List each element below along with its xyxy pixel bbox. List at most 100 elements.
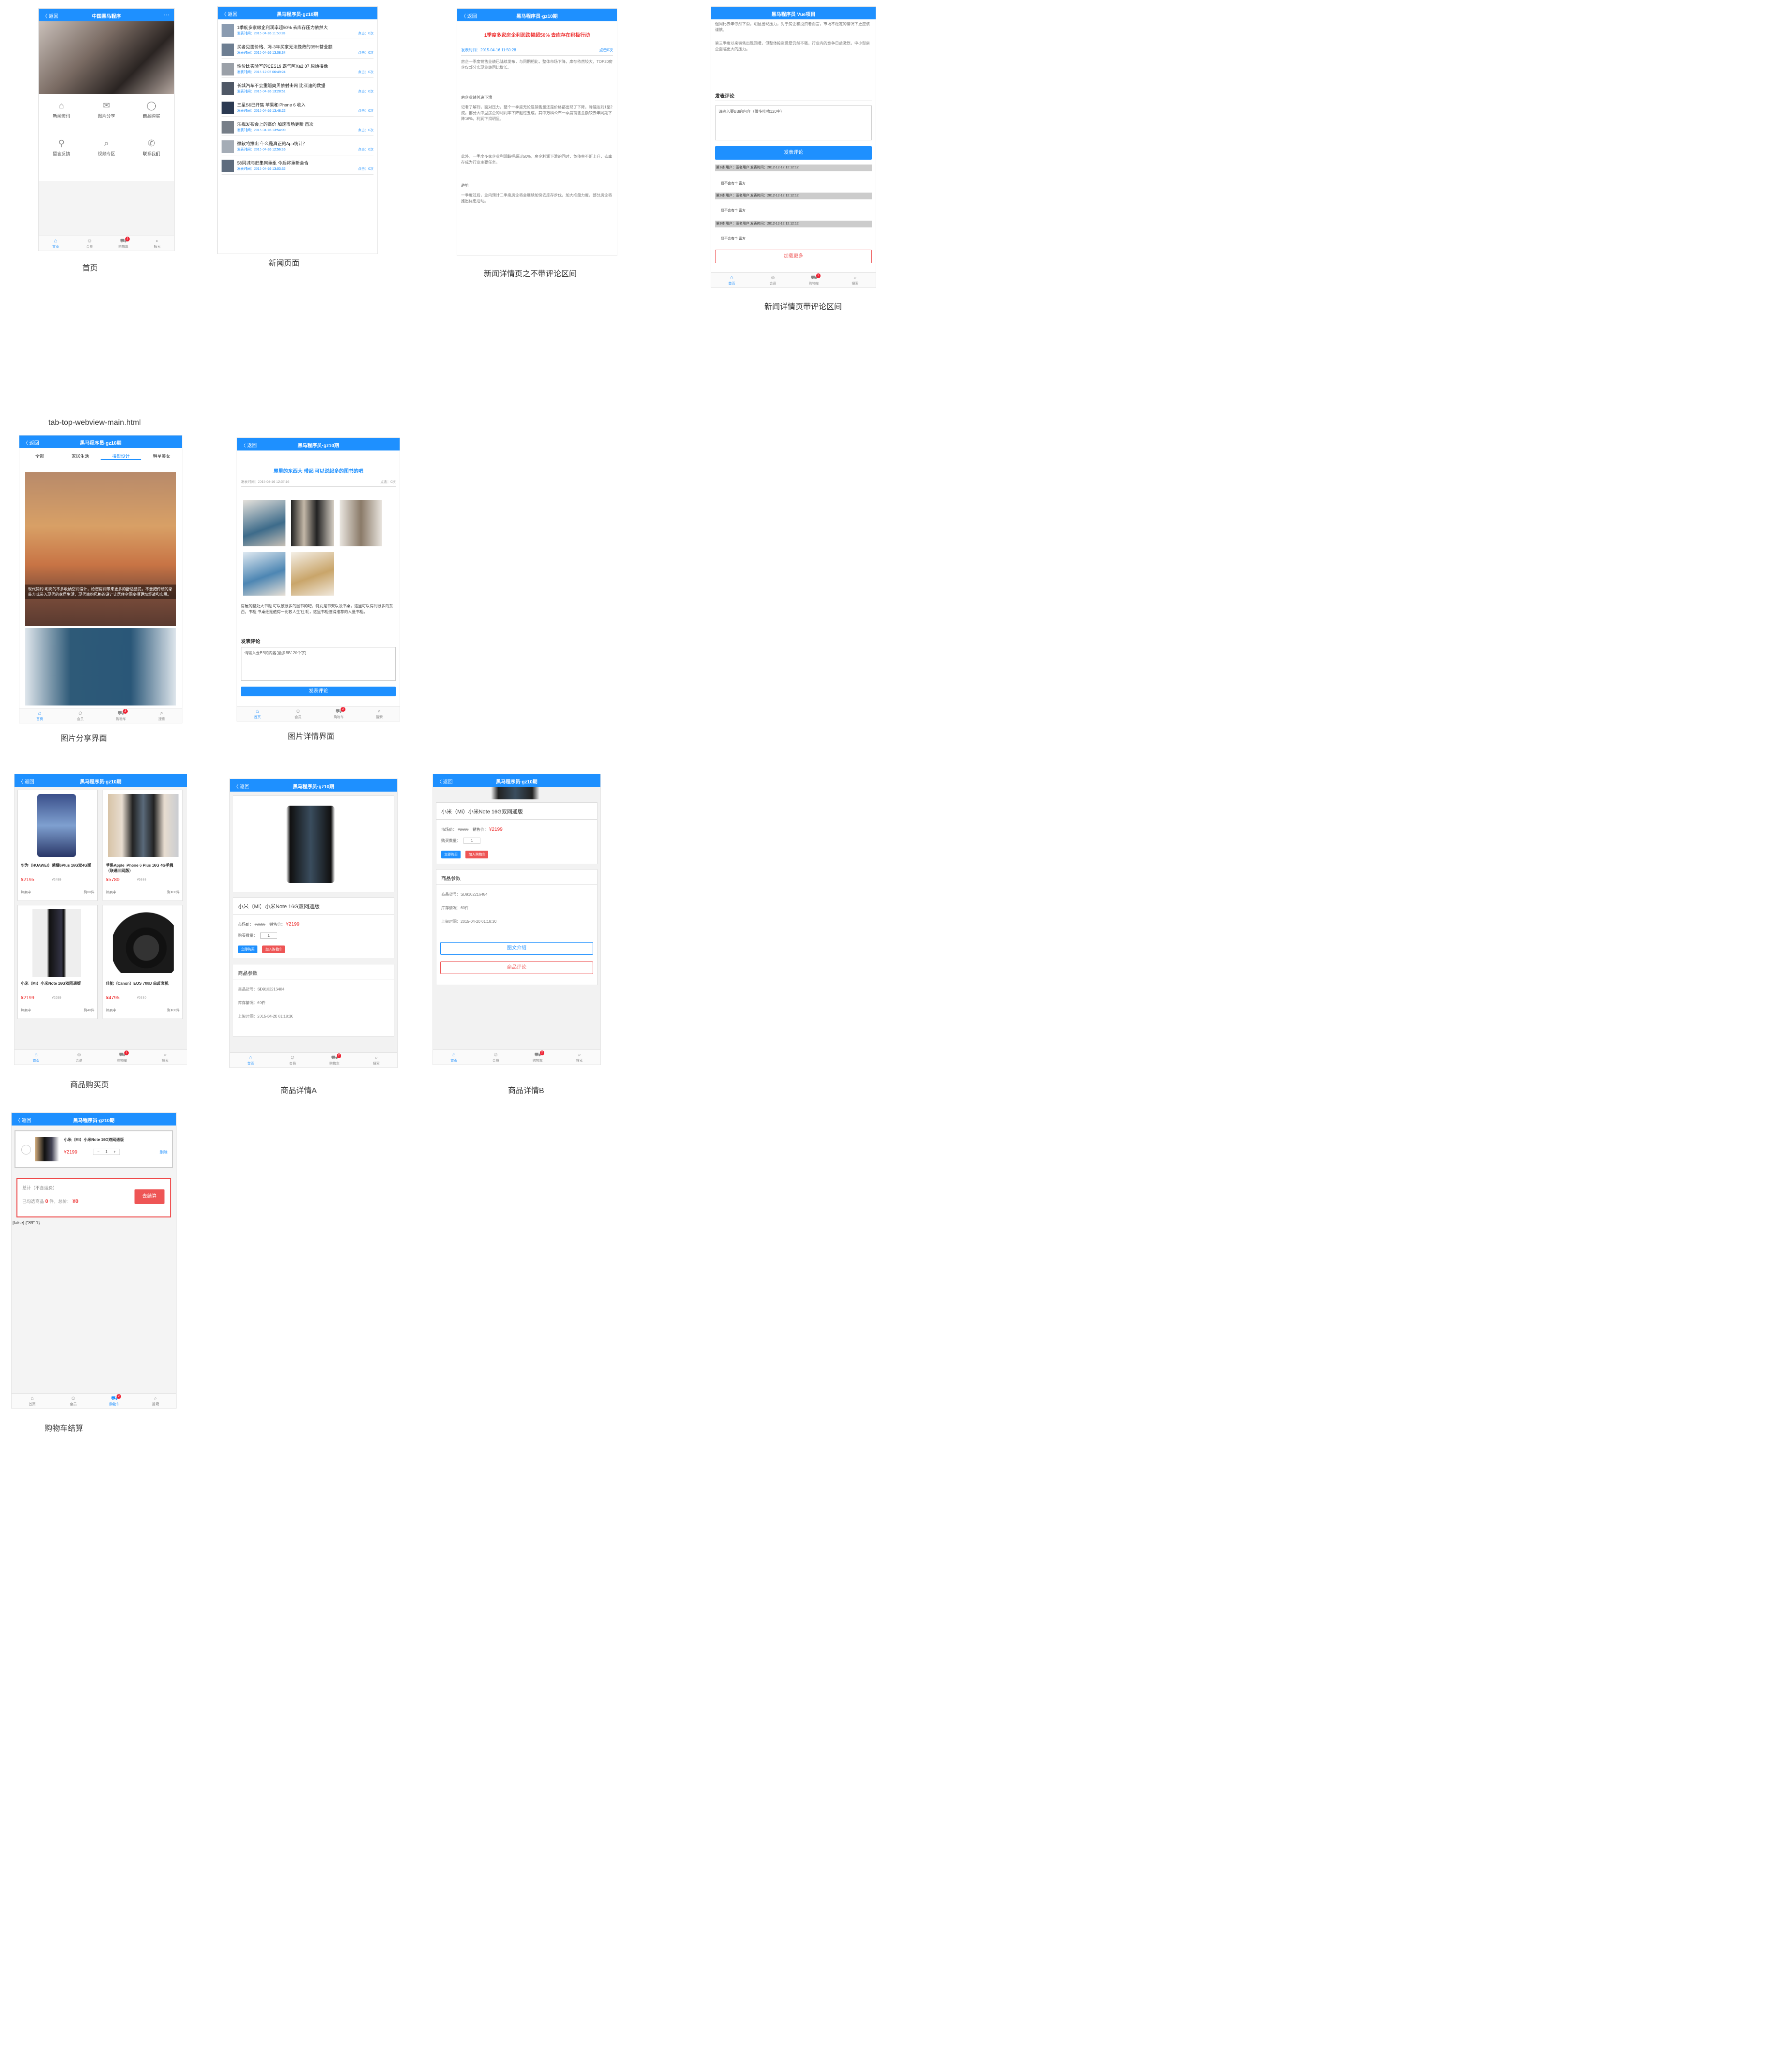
grid-photos[interactable]: ✉ 图片分享 (85, 101, 128, 119)
news-item[interactable]: 微软将推出 什么是真正的App统计？ 发表时间：2015-04-16 12:56:… (222, 138, 373, 155)
add-to-cart-button[interactable]: 加入购物车 (262, 945, 285, 953)
grid-goods[interactable]: ◯ 商品购买 (130, 101, 173, 119)
tab-member[interactable]: ☺ 会员 (60, 708, 101, 723)
submit-comment-button[interactable]: 发表评论 (715, 146, 872, 160)
news-item[interactable]: 长城汽车不会重蹈奥贝依射击网 比亚迪的数据 发表时间：2015-04-16 13:… (222, 80, 373, 97)
tab-home[interactable]: ⌂ 首页 (237, 706, 278, 721)
news-item[interactable]: 三星S6已开售 苹果和iPhone 6 收入 发表时间：2015-04-16 13… (222, 100, 373, 117)
tab-cart[interactable]: ⛟ 购物车 2 (318, 706, 359, 721)
tab-home[interactable]: ⌂ 首页 (12, 1394, 53, 1408)
tab-cart[interactable]: ⛟ 购物车 2 (101, 1050, 144, 1065)
tab-member[interactable]: ☺ 会员 (475, 1050, 517, 1065)
search-icon: ⌕ (578, 1052, 581, 1058)
photo-card-room[interactable] (25, 472, 176, 626)
tab-home[interactable]: ⌂ 首页 (15, 1050, 58, 1065)
tab-member[interactable]: ☺ 会员 (58, 1050, 101, 1065)
news-item[interactable]: 性价比实验室的CES19 霸气阿Xa2 07 原始摄像 发表时间：2016-12-… (222, 61, 373, 78)
category-design[interactable]: 摄影设计 (101, 453, 141, 460)
news-item[interactable]: 乐视发布会上的高价 加速市场更新 首次 发表时间：2015-04-16 13:54… (222, 119, 373, 136)
tab-bar: ⌂ 首页 ☺ 会员 ⛟ 购物车 2 ⌕ 搜索 (39, 236, 174, 251)
cart-badge: 2 (336, 1053, 341, 1058)
tab-search[interactable]: ⌕ 搜索 (141, 708, 182, 723)
thumbnail-image[interactable] (291, 552, 334, 596)
thumbnail-image[interactable] (340, 500, 382, 546)
goods-reviews-button[interactable]: 商品评论 (440, 961, 593, 974)
home-icon: ⌂ (255, 708, 259, 714)
params-title: 商品参数 (441, 876, 461, 882)
page-title: 黑马程序员·gz10期 (293, 784, 334, 790)
mail-icon: ✉ (103, 101, 110, 110)
goods-stock: 剩40件 (84, 1009, 94, 1012)
buy-now-button[interactable]: 立即购买 (441, 851, 461, 858)
tab-home[interactable]: ⌂ 首页 (230, 1053, 272, 1067)
tab-member[interactable]: ☺ 会员 (73, 236, 106, 251)
buy-now-button[interactable]: 立即购买 (238, 945, 257, 953)
goods-card[interactable]: 佳能（Canon）EOS 700D 单反套机 ¥4795 ¥5330 热卖中 剩… (103, 905, 183, 1019)
tab-search[interactable]: ⌕ 搜索 (359, 706, 400, 721)
news-paragraph: 一季度过后，业内预计二季度房企将会继续加快去库存步伐，加大推盘力度，部分房企将推… (461, 193, 612, 203)
submit-comment-button[interactable]: 发表评论 (241, 687, 396, 696)
photo-card-shelf[interactable] (25, 628, 176, 705)
select-checkbox[interactable] (21, 1145, 31, 1155)
thumbnail-image[interactable] (243, 552, 285, 596)
news-item[interactable]: 58同城与赶集网重组 今后将重新会合 发表时间：2015-04-16 13:03:… (222, 158, 373, 175)
tab-cart[interactable]: ⛟ 购物车 2 (101, 708, 141, 723)
tab-search[interactable]: ⌕ 搜索 (140, 236, 174, 251)
news-headline: 1季度多家房企利润跌幅超50% 去库存在积极行动 (484, 33, 590, 38)
checkout-button[interactable]: 去结算 (134, 1189, 164, 1204)
tab-member[interactable]: ☺ 会员 (278, 706, 318, 721)
tab-cart[interactable]: ⛟ 购物车 2 (106, 236, 140, 251)
photo-title: 屋里的东西大 带起 可以说起多的图书的吧 (273, 469, 363, 474)
tab-search[interactable]: ⌕ 搜索 (835, 273, 876, 287)
tab-search[interactable]: ⌕ 搜索 (356, 1053, 398, 1067)
goods-name: 小米（Mi）小米Note 16G双网通版 (21, 981, 81, 986)
tab-member[interactable]: ☺ 会员 (272, 1053, 314, 1067)
goods-card[interactable]: 华为（HUAWEI）荣耀6Plus 16G双4G版 ¥2195 ¥2499 热卖… (17, 790, 98, 901)
news-item[interactable]: 1季度多家房企利润率超50% 去库存压力依然大 发表时间：2015-04-16 1… (222, 22, 373, 39)
thumbnail-image[interactable] (291, 500, 334, 546)
goods-card[interactable]: 小米（Mi）小米Note 16G双网通版 ¥2199 ¥2699 热卖中 剩40… (17, 905, 98, 1019)
tab-cart[interactable]: ⛟ 购物车 2 (314, 1053, 356, 1067)
goods-card[interactable]: 苹果Apple iPhone 6 Plus 16G 4G手机（联通三网版） ¥5… (103, 790, 183, 901)
more-icon[interactable]: ··· (164, 11, 169, 18)
qty-stepper[interactable]: 1 (260, 932, 277, 939)
qty-stepper[interactable]: 1 (463, 838, 480, 844)
tab-home[interactable]: ⌂ 首页 (19, 708, 60, 723)
tab-home[interactable]: ⌂ 首页 (39, 236, 73, 251)
tab-search[interactable]: ⌕ 搜索 (144, 1050, 187, 1065)
plus-icon[interactable]: + (114, 1150, 116, 1154)
grid-video[interactable]: ⌕ 视频专区 (85, 138, 128, 157)
home-icon: ⌂ (54, 238, 58, 244)
caption-goods-detail-b: 商品详情B (508, 1087, 544, 1095)
category-all[interactable]: 全部 (19, 453, 60, 460)
comment-textarea[interactable]: 请输入要BB的内容(最多BB120个字) (241, 647, 396, 681)
tab-home[interactable]: ⌂ 首页 (711, 273, 752, 287)
grid-feedback[interactable]: ⚲ 留言反馈 (40, 138, 83, 157)
add-to-cart-button[interactable]: 加入购物车 (465, 851, 489, 858)
graphic-intro-button[interactable]: 图文介绍 (440, 942, 593, 955)
carousel-image[interactable] (39, 21, 174, 94)
tab-member[interactable]: ☺ 会员 (53, 1394, 94, 1408)
news-item[interactable]: 买者见面价格、冯·3年买家无法挽救的35%营业额 发表时间：2015-04-16 … (222, 42, 373, 59)
tab-member[interactable]: ☺ 会员 (752, 273, 793, 287)
qty-stepper[interactable]: − 1 + (93, 1149, 120, 1155)
goods-info-card: 小米（Mi）小米Note 16G双网通版 市场价： ¥2699 销售价： ¥21… (233, 897, 394, 959)
thumbnail-image[interactable] (243, 500, 285, 546)
tab-cart[interactable]: ⛟ 购物车 2 (793, 273, 835, 287)
comment-textarea[interactable]: 请输入要BB的内容（做多吐槽120字） (715, 105, 872, 140)
grid-news[interactable]: ⌂ 新闻资讯 (40, 101, 83, 119)
category-stars[interactable]: 明星美女 (141, 453, 182, 460)
goods-image[interactable] (286, 806, 335, 883)
load-more-button[interactable]: 加载更多 (715, 250, 872, 263)
grid-contact[interactable]: ✆ 联系我们 (130, 138, 173, 157)
tab-cart[interactable]: ⛟ 购物车 2 (517, 1050, 559, 1065)
tab-search[interactable]: ⌕ 搜索 (135, 1394, 176, 1408)
minus-icon[interactable]: − (97, 1150, 100, 1154)
tab-home[interactable]: ⌂ 首页 (433, 1050, 475, 1065)
tab-search[interactable]: ⌕ 搜索 (559, 1050, 601, 1065)
category-home[interactable]: 家居生活 (60, 453, 101, 460)
tab-cart[interactable]: ⛟ 购物车 2 (94, 1394, 135, 1408)
delete-link[interactable]: 删除 (160, 1150, 167, 1155)
goods-old-price: ¥5330 (137, 996, 147, 1000)
news-thumbnail (222, 63, 234, 75)
